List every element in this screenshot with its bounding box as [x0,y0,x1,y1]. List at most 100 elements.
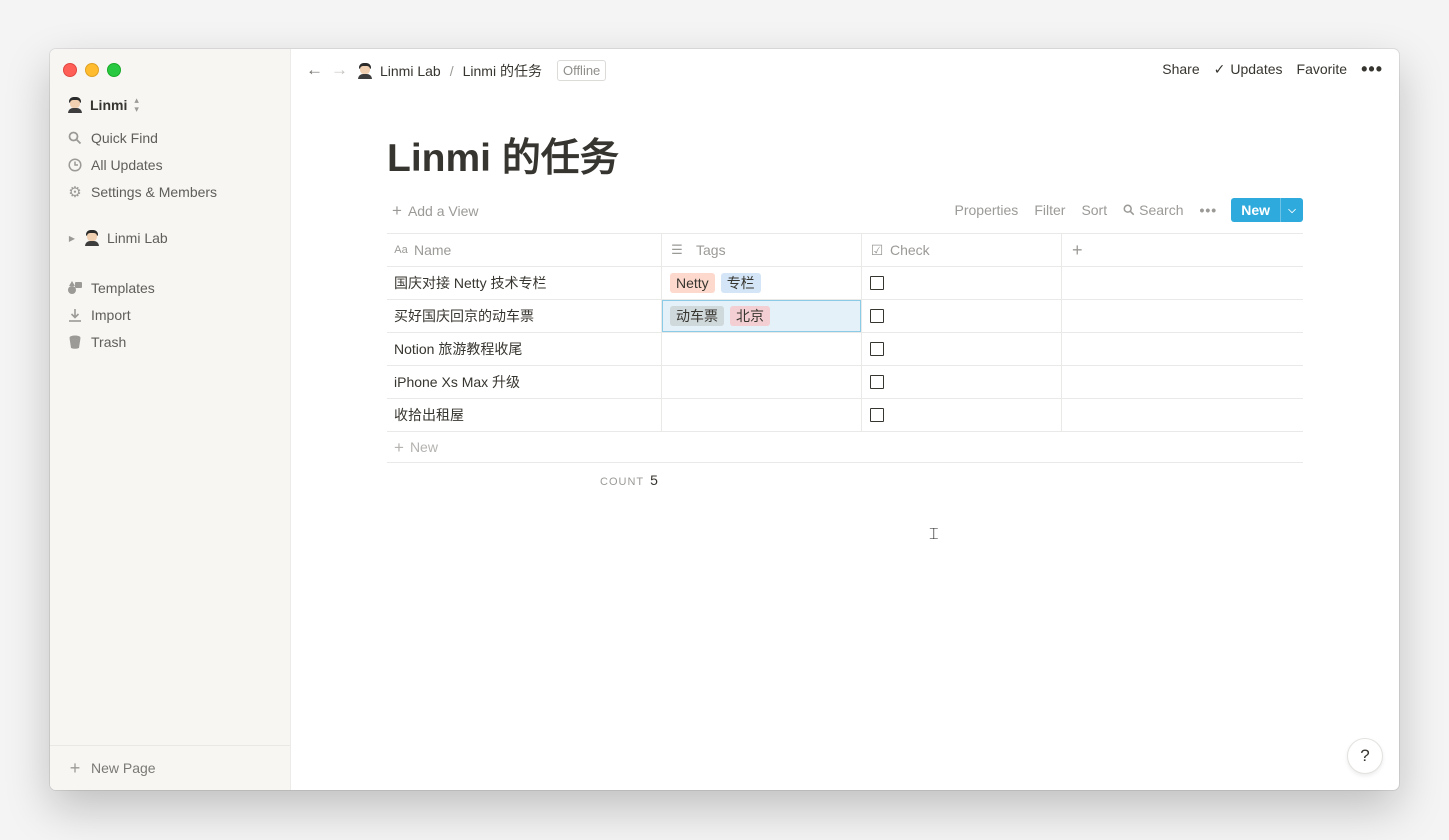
trash-icon [67,334,83,350]
sidebar-item-settings[interactable]: ⚙ Settings & Members [67,181,217,203]
add-view-label: Add a View [407,202,479,219]
checkbox[interactable] [870,309,884,323]
filter-button[interactable]: Filter [1034,202,1065,218]
tags-cell[interactable]: Netty 专栏 [662,267,862,299]
name-cell[interactable]: iPhone Xs Max 升级 [387,366,662,398]
sidebar-item-label: Import [91,307,131,323]
window-controls [63,63,121,77]
sort-button[interactable]: Sort [1081,202,1107,218]
empty-cell [1062,366,1303,398]
table-header: Aa Name ☰ Tags ☑ Check + [387,234,1303,267]
favorite-button[interactable]: Favorite [1297,61,1348,77]
name-cell[interactable]: 国庆对接 Netty 技术专栏 [387,267,662,299]
list-icon: ☰ [671,242,683,257]
help-button[interactable]: ? [1347,738,1383,774]
tag-pill: 专栏 [720,273,761,293]
column-header-check[interactable]: ☑ Check [862,234,1062,266]
column-header-label: Tags [696,242,726,258]
database-table: Aa Name ☰ Tags ☑ Check + 国庆对接 Netty 技术专栏… [387,233,1303,463]
tags-cell[interactable] [662,366,862,398]
toolbar-actions: Properties Filter Sort Search ••• New ⌵ [955,198,1303,222]
templates-icon [67,280,83,296]
empty-cell [1062,267,1303,299]
chevron-updown-icon: ▴ ▾ [134,95,139,114]
tags-cell[interactable] [662,399,862,431]
breadcrumb: Linmi Lab / Linmi 的任务 Offline [357,60,607,81]
checkbox[interactable] [870,276,884,290]
sidebar-item-templates[interactable]: Templates [67,277,155,299]
sidebar-item-label: Templates [91,280,155,296]
checkbox[interactable] [870,408,884,422]
page-title[interactable]: Linmi 的任务 [387,127,619,183]
sidebar-item-label: Settings & Members [91,184,218,200]
new-page-button[interactable]: + New Page [50,745,290,790]
more-options-icon[interactable]: ••• [1199,202,1217,218]
checkbox-property-icon: ☑ [870,241,884,258]
table-row[interactable]: iPhone Xs Max 升级 [387,366,1303,399]
table-row[interactable]: Notion 旅游教程收尾 [387,333,1303,366]
sidebar-item-quick-find[interactable]: Quick Find [67,127,158,149]
breadcrumb-item-current-page[interactable]: Linmi 的任务 [463,61,542,81]
add-view-button[interactable]: + Add a View [392,202,479,219]
sidebar-page-linmi-lab[interactable]: ▶ Linmi Lab [67,230,168,246]
table-row[interactable]: 收拾出租屋 [387,399,1303,432]
plus-icon: + [69,758,81,778]
column-header-name[interactable]: Aa Name [387,234,662,266]
chevron-down-icon[interactable]: ⌵ [1280,198,1303,222]
checkbox[interactable] [870,342,884,356]
checkmark-icon: ✓ [1213,60,1226,77]
avatar [67,97,83,113]
history-nav: ← → [306,60,348,80]
breadcrumb-separator: / [449,62,454,79]
new-row-button[interactable]: + New [387,432,1303,463]
name-cell[interactable]: 买好国庆回京的动车票 [387,300,662,332]
table-row[interactable]: 买好国庆回京的动车票 动车票 北京 [387,300,1303,333]
count-value: 5 [650,472,658,488]
sidebar-item-all-updates[interactable]: All Updates [67,154,163,176]
new-record-label: New [1241,202,1270,218]
tags-cell[interactable] [662,333,862,365]
workspace-switcher[interactable]: Linmi ▴ ▾ [67,96,139,114]
name-cell[interactable]: Notion 旅游教程收尾 [387,333,662,365]
tag-pill: Netty [670,273,715,293]
updates-label: Updates [1230,60,1283,77]
properties-button[interactable]: Properties [955,202,1019,218]
tags-cell-selected[interactable]: 动车票 北京 [662,300,862,332]
plus-icon: + [392,201,402,220]
updates-button[interactable]: ✓ Updates [1214,61,1283,78]
column-header-label: Name [414,242,452,258]
name-cell[interactable]: 收拾出租屋 [387,399,662,431]
breadcrumb-item-linmi-lab[interactable]: Linmi Lab [380,63,441,79]
more-options-icon[interactable]: ••• [1361,60,1383,78]
add-column-button[interactable]: + [1062,234,1303,266]
expand-triangle-icon[interactable]: ▶ [67,234,77,243]
zoom-window-button[interactable] [107,63,121,77]
column-header-label: Check [890,242,930,258]
search-icon [67,130,83,146]
table-row[interactable]: 国庆对接 Netty 技术专栏 Netty 专栏 [387,267,1303,300]
plus-icon: + [394,437,404,457]
workspace-name: Linmi [90,97,128,113]
checkbox[interactable] [870,375,884,389]
text-cursor-icon: ⌶ [929,526,939,543]
new-record-button[interactable]: New ⌵ [1231,198,1303,222]
back-arrow-icon[interactable]: ← [306,60,323,80]
text-property-icon: Aa [394,244,408,256]
minimize-window-button[interactable] [85,63,99,77]
search-button[interactable]: Search [1123,202,1183,218]
empty-cell [1062,333,1303,365]
check-cell [862,399,1062,431]
sidebar: Linmi ▴ ▾ Quick Find All Updates ⚙ Settin… [50,49,291,790]
count-aggregate[interactable]: COUNT 5 [600,472,658,488]
sidebar-item-label: Trash [91,334,127,350]
count-label: COUNT [600,476,645,488]
share-button[interactable]: Share [1162,61,1199,77]
sidebar-item-trash[interactable]: Trash [67,331,126,353]
sidebar-page-label: Linmi Lab [107,230,168,246]
column-header-tags[interactable]: ☰ Tags [662,234,862,266]
offline-badge: Offline [556,60,607,81]
empty-cell [1062,399,1303,431]
forward-arrow-icon[interactable]: → [331,60,348,80]
sidebar-item-import[interactable]: Import [67,304,131,326]
close-window-button[interactable] [63,63,77,77]
